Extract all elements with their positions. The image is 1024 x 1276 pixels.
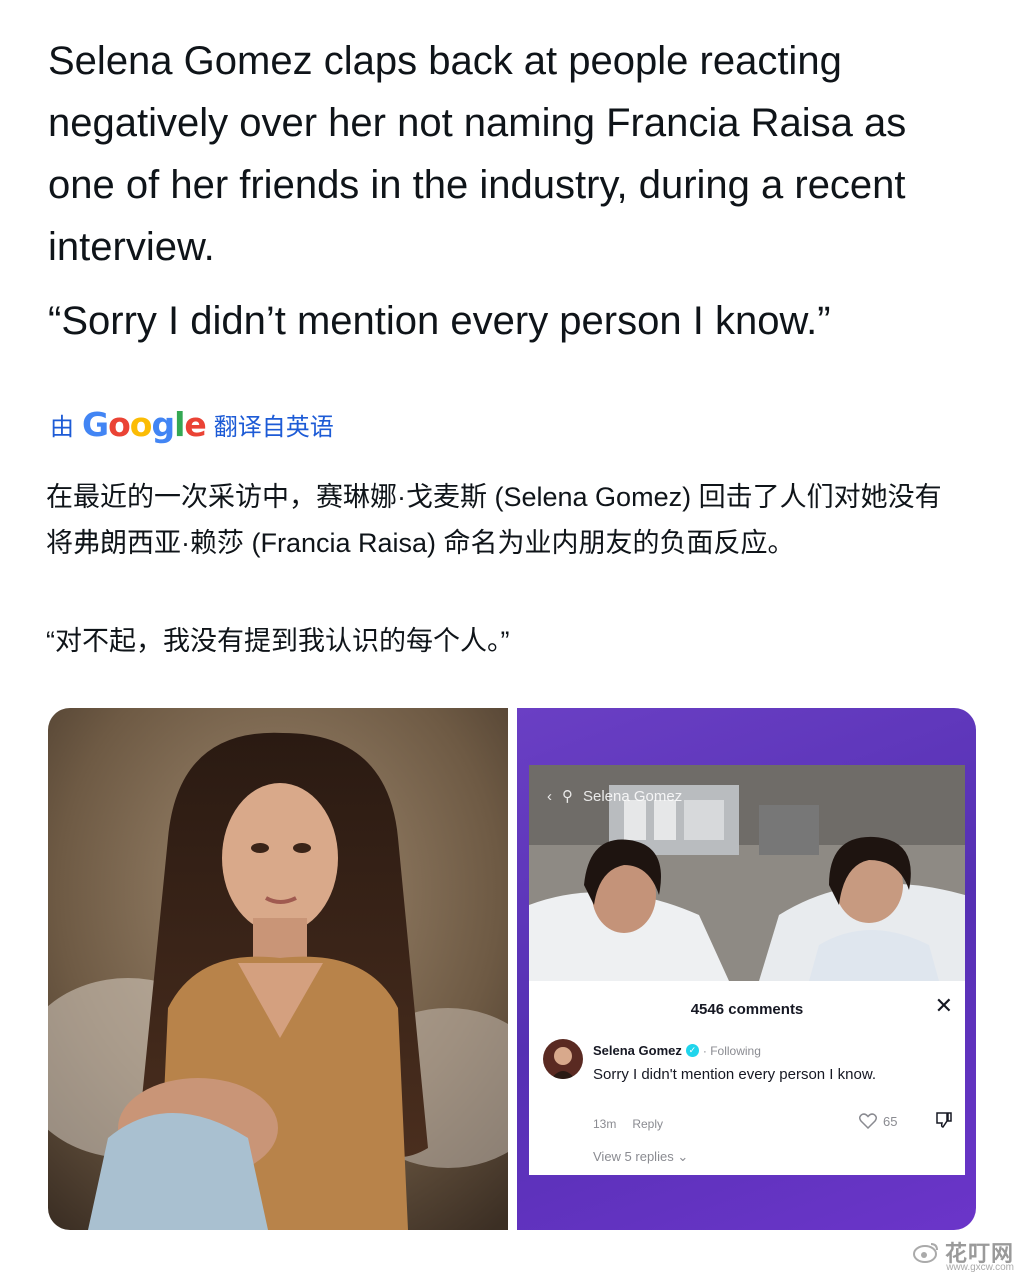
comments-count: 4546 comments (690, 1001, 804, 1018)
comment-author[interactable]: Selena Gomez ✓ · Following (593, 1043, 761, 1058)
following-label: · Following (702, 1043, 761, 1058)
view-replies-button[interactable]: View 5 replies ⌄ (593, 1149, 688, 1165)
back-arrow-icon[interactable]: ‹ (547, 788, 552, 805)
tiktok-screenshot: ‹ ⚲ Selena Gomez 4546 comments ✕ Selena … (529, 765, 965, 1175)
translation-attribution[interactable]: 由 Google 翻译自英语 (50, 402, 334, 446)
comment-time: 13m (593, 1117, 617, 1131)
translated-text: 在最近的一次采访中，赛琳娜·戈麦斯 (Selena Gomez) 回击了人们对她… (46, 482, 942, 558)
heart-icon (859, 1113, 877, 1129)
reply-button[interactable]: Reply (632, 1117, 663, 1131)
comment-meta: 13m Reply (593, 1117, 663, 1131)
screenshot-topbar: ‹ ⚲ Selena Gomez (547, 781, 682, 811)
watermark-url: www.gxcw.com (946, 1262, 1014, 1273)
like-button[interactable]: 65 (859, 1113, 897, 1129)
thumbs-down-icon (936, 1112, 952, 1128)
weibo-logo-icon (912, 1243, 938, 1263)
watermark: 花叮网 www.gxcw.com (912, 1236, 1014, 1273)
google-logo: Google (82, 404, 207, 444)
search-icon[interactable]: ⚲ (562, 787, 573, 805)
translation-prefix: 由 (50, 413, 74, 441)
comments-panel: 4546 comments ✕ Selena Gomez ✓ · Followi… (529, 981, 965, 1175)
hospital-photo: ‹ ⚲ Selena Gomez (529, 765, 965, 981)
dislike-button[interactable] (935, 1111, 953, 1134)
close-icon[interactable]: ✕ (935, 993, 953, 1019)
translated-quote: “对不起，我没有提到我认识的每个人。” (46, 626, 510, 656)
like-count: 65 (883, 1113, 898, 1129)
search-text: Selena Gomez (583, 787, 683, 805)
tiktok-screenshot-panel[interactable]: ‹ ⚲ Selena Gomez 4546 comments ✕ Selena … (517, 708, 976, 1230)
chevron-down-icon: ⌄ (677, 1149, 689, 1164)
avatar[interactable] (543, 1039, 583, 1079)
tweet-quote: “Sorry I didn’t mention every person I k… (48, 299, 831, 343)
portrait-photo[interactable] (48, 708, 508, 1230)
translation-suffix: 翻译自英语 (213, 413, 334, 441)
portrait-illustration (48, 708, 508, 1230)
verified-badge-icon: ✓ (685, 1044, 699, 1057)
comment-text: Sorry I didn't mention every person I kn… (593, 1066, 877, 1083)
tweet-text: Selena Gomez claps back at people reacti… (48, 39, 907, 269)
